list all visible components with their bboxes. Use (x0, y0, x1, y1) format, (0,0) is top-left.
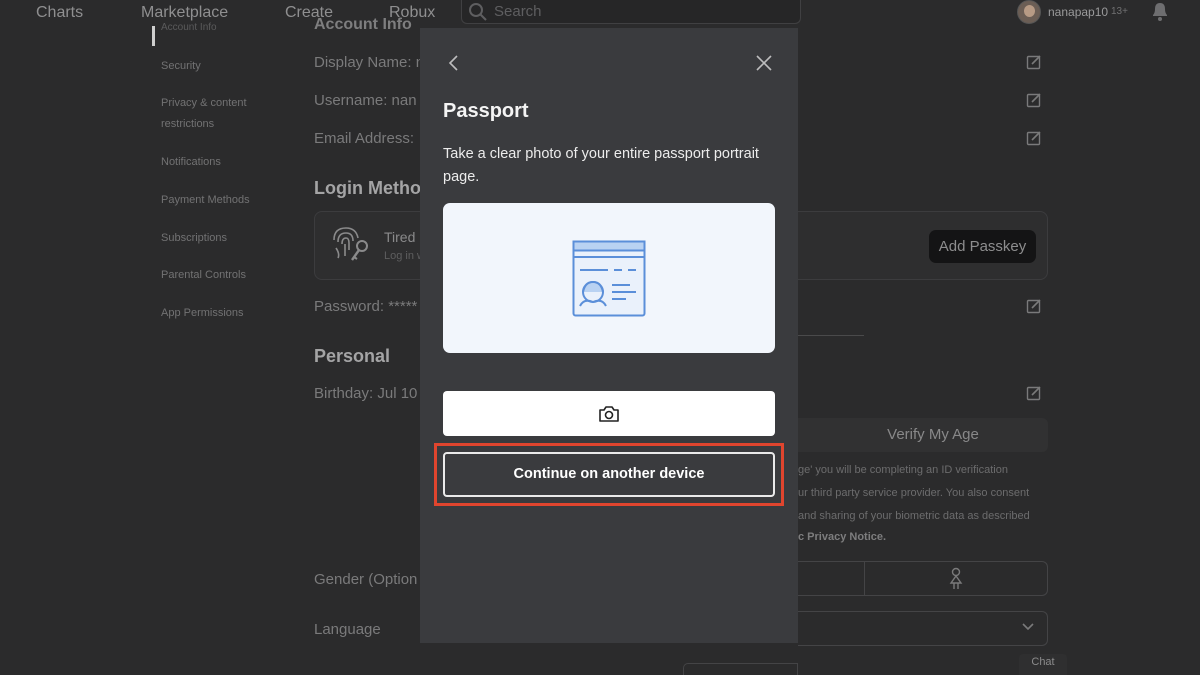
sidebar-item-notifications[interactable]: Notifications (161, 152, 281, 173)
sidebar-active-indicator (152, 26, 155, 46)
login-method-subtitle: Log in w (384, 250, 425, 262)
search-placeholder: Search (494, 3, 542, 20)
bottom-field (683, 663, 798, 675)
close-button[interactable] (752, 51, 776, 75)
edit-username-icon[interactable] (1026, 92, 1042, 108)
login-methods-heading: Login Metho (314, 178, 421, 198)
add-passkey-button[interactable]: Add Passkey (929, 230, 1036, 263)
sidebar-item-privacy[interactable]: Privacy & content restrictions (161, 93, 281, 135)
passport-icon (572, 240, 646, 323)
account-info-heading: Account Info (314, 16, 412, 33)
bell-icon[interactable] (1149, 0, 1171, 27)
birthday-label: Birthday: Jul 10 (314, 385, 418, 402)
sidebar-item-app-permissions[interactable]: App Permissions (161, 303, 281, 324)
edit-email-icon[interactable] (1026, 130, 1042, 146)
modal-description: Take a clear photo of your entire passpo… (443, 146, 759, 185)
chat-button[interactable]: Chat (1019, 654, 1067, 675)
gender-divider (864, 561, 865, 596)
password-label: Password: ***** (314, 298, 418, 315)
female-icon[interactable] (948, 567, 964, 596)
search-input[interactable]: Search (461, 0, 801, 24)
camera-icon (598, 405, 620, 428)
email-label: Email Address: (314, 130, 415, 147)
edit-birthday-icon[interactable] (1026, 385, 1042, 401)
divider (798, 335, 864, 336)
sidebar-item-account-info[interactable]: Account Info (161, 17, 281, 38)
avatar[interactable] (1017, 0, 1041, 24)
privacy-notice-link[interactable]: c Privacy Notice. (798, 531, 886, 543)
gender-selector[interactable] (798, 561, 1048, 596)
username[interactable]: nanapap10 (1048, 5, 1108, 19)
sidebar-item-parental-controls[interactable]: Parental Controls (161, 265, 281, 286)
fingerprint-key-icon (330, 224, 372, 269)
edit-display-name-icon[interactable] (1026, 54, 1042, 70)
consent-text-line-3: and sharing of your biometric data as de… (798, 510, 1030, 522)
search-icon (468, 2, 488, 27)
back-button[interactable] (442, 51, 466, 75)
close-icon (756, 55, 772, 71)
chevron-down-icon[interactable] (1021, 620, 1035, 638)
continue-on-another-device-button[interactable]: Continue on another device (443, 452, 775, 497)
consent-text-line-1: ge' you will be completing an ID verific… (798, 464, 1008, 476)
personal-heading: Personal (314, 346, 391, 366)
verify-my-age-button[interactable]: Verify My Age (798, 418, 1048, 452)
modal-title: Passport (443, 100, 529, 122)
language-select[interactable] (798, 611, 1048, 646)
edit-password-icon[interactable] (1026, 298, 1042, 314)
display-name-label: Display Name: n (314, 54, 425, 71)
sidebar-item-payment-methods[interactable]: Payment Methods (161, 190, 281, 211)
username-label: Username: nan (314, 92, 417, 109)
chevron-left-icon (448, 55, 458, 71)
gender-label: Gender (Option (314, 571, 418, 588)
consent-text-line-2: ur third party service provider. You als… (798, 487, 1030, 499)
sidebar-item-security[interactable]: Security (161, 56, 281, 77)
sidebar-item-subscriptions[interactable]: Subscriptions (161, 228, 281, 249)
login-method-title: Tired (384, 229, 416, 245)
language-label: Language (314, 621, 381, 638)
age-badge: 13+ (1111, 6, 1128, 17)
nav-charts[interactable]: Charts (36, 4, 83, 22)
